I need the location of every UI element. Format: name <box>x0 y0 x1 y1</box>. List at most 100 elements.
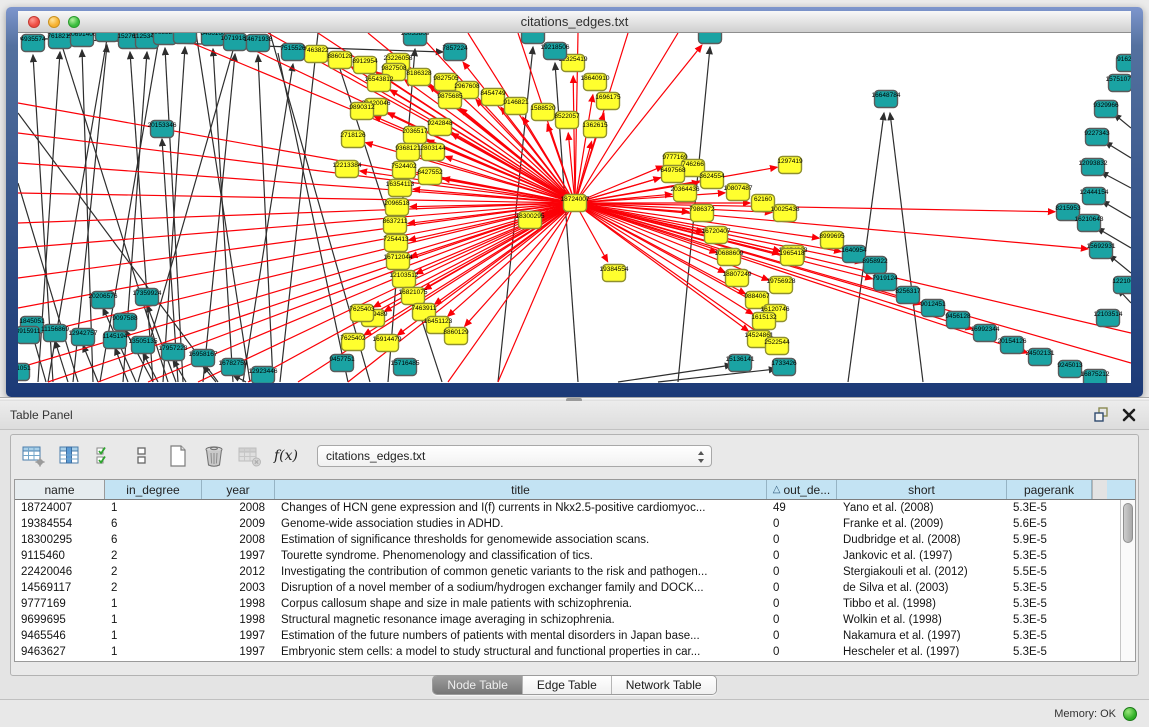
delete-column-icon[interactable] <box>201 443 227 469</box>
network-node[interactable]: 18300295 <box>516 212 545 229</box>
create-column-icon[interactable] <box>165 443 191 469</box>
network-node[interactable]: 8860129 <box>443 328 469 345</box>
column-header-short[interactable]: short <box>837 480 1007 499</box>
network-node[interactable]: 8999695 <box>819 232 845 249</box>
network-node[interactable]: 6497568 <box>660 166 686 183</box>
network-node[interactable]: 8427552 <box>417 168 443 185</box>
network-node[interactable]: 1615132 <box>751 313 777 330</box>
network-node[interactable]: 20691406 <box>68 33 97 47</box>
network-node[interactable]: 8256317 <box>895 287 921 304</box>
network-node[interactable]: 20154126 <box>998 337 1027 354</box>
table-scrollbar-thumb[interactable] <box>1123 503 1133 543</box>
network-node[interactable]: 16914479 <box>373 335 402 352</box>
network-node[interactable]: 9456128 <box>945 312 971 329</box>
table-scrollbar[interactable] <box>1120 500 1135 661</box>
tab-node-table[interactable]: Node Table <box>433 676 523 694</box>
network-node[interactable]: 7625402 <box>340 334 366 351</box>
network-node[interactable]: 9227343 <box>1084 129 1110 146</box>
network-node[interactable]: 1221063 <box>1112 277 1131 294</box>
network-node[interactable]: 10025438 <box>771 205 800 222</box>
network-node[interactable]: 18807249 <box>723 270 752 287</box>
network-node[interactable]: 2096518 <box>384 199 410 216</box>
network-node[interactable]: 16354113 <box>386 180 415 197</box>
network-node[interactable]: 16712044 <box>384 253 413 270</box>
table-row[interactable]: 946554611997Estimation of the future num… <box>15 628 1120 644</box>
column-header-in_degree[interactable]: in_degree <box>105 480 202 499</box>
network-node[interactable]: 10688609 <box>715 249 744 266</box>
network-node[interactable]: 15692931 <box>1087 242 1116 259</box>
network-node[interactable]: 10807487 <box>724 184 753 201</box>
table-row[interactable]: 977716911998Corpus callosum shape and si… <box>15 596 1120 612</box>
network-node[interactable]: 9155471 <box>94 33 120 42</box>
network-node[interactable]: 16543812 <box>365 75 394 92</box>
column-header-pagerank[interactable]: pagerank <box>1007 480 1092 499</box>
table-row[interactable]: 1872400712008Changes of HCN gene express… <box>15 500 1120 516</box>
network-node[interactable]: 12213384 <box>333 161 362 178</box>
network-node[interactable]: 14671938 <box>244 35 273 52</box>
table-row[interactable]: 1456911722003Disruption of a novel membe… <box>15 580 1120 596</box>
network-node[interactable]: 20206576 <box>89 292 118 309</box>
network-node[interactable]: 17359924 <box>133 289 162 306</box>
table-selector-dropdown[interactable]: citations_edges.txt <box>317 445 712 467</box>
network-node[interactable]: 7515526 <box>280 44 306 61</box>
network-node[interactable]: 9146821 <box>503 98 529 115</box>
network-node[interactable]: 20153346 <box>148 121 177 138</box>
network-window-titlebar[interactable]: citations_edges.txt <box>18 11 1131 33</box>
network-node[interactable]: 19756928 <box>767 277 796 294</box>
column-settings-icon[interactable] <box>57 443 83 469</box>
network-node[interactable]: 3624554 <box>699 172 725 189</box>
network-node[interactable]: 3915911 <box>18 327 41 344</box>
network-node[interactable]: 16782759 <box>219 359 248 376</box>
tab-edge-table[interactable]: Edge Table <box>523 676 612 694</box>
zoom-window-icon[interactable] <box>68 16 80 28</box>
tab-network-table[interactable]: Network Table <box>612 676 716 694</box>
network-node[interactable]: 8186328 <box>406 69 432 86</box>
network-node[interactable]: 16033809 <box>401 33 430 46</box>
network-node[interactable]: 13505135 <box>129 337 158 354</box>
column-header-out_degree[interactable]: △out_de... <box>767 480 837 499</box>
network-node[interactable]: 916214 <box>1117 55 1132 72</box>
network-node[interactable]: 2718126 <box>340 131 366 148</box>
network-node[interactable]: 2522544 <box>764 338 790 355</box>
network-node[interactable]: 9890312 <box>349 103 375 120</box>
select-columns-icon[interactable] <box>93 443 119 469</box>
network-node[interactable]: 7254413 <box>383 235 409 252</box>
network-node[interactable]: 9245013 <box>1057 361 1083 378</box>
network-node[interactable]: 18640910 <box>581 74 610 91</box>
network-canvas[interactable]: 1830029597771697462666497568362455420364… <box>18 33 1131 383</box>
network-node[interactable]: 9329966 <box>1093 101 1119 118</box>
network-node[interactable]: 15716485 <box>391 359 420 376</box>
network-node[interactable]: 1145194 <box>103 332 128 349</box>
table-row[interactable]: 946362711997Embryonic stem cells: a mode… <box>15 644 1120 660</box>
table-row[interactable]: 969969511998Structural magnetic resonanc… <box>15 612 1120 628</box>
close-panel-icon[interactable] <box>1121 407 1137 423</box>
network-node[interactable]: 1527602 <box>172 33 198 44</box>
close-window-icon[interactable] <box>28 16 40 28</box>
column-header-title[interactable]: title <box>275 480 767 499</box>
network-node[interactable]: 12103514 <box>1094 310 1123 327</box>
row-height-icon[interactable] <box>129 443 155 469</box>
network-node[interactable]: 7625403 <box>349 305 375 322</box>
table-row[interactable]: 1938455462009Genome-wide association stu… <box>15 516 1120 532</box>
network-node[interactable]: 8522057 <box>554 112 580 129</box>
network-node[interactable]: 16958167 <box>189 350 218 367</box>
network-node[interactable]: 8958922 <box>862 257 888 274</box>
network-node[interactable]: 12444154 <box>1080 188 1109 205</box>
network-node[interactable]: 1733426 <box>771 359 797 376</box>
delete-table-icon[interactable] <box>237 443 263 469</box>
network-node[interactable]: 9875685 <box>437 92 463 109</box>
network-node[interactable]: 12103512 <box>390 271 419 288</box>
network-node[interactable]: 9097588 <box>112 314 138 331</box>
network-node[interactable]: 8454749 <box>480 89 506 106</box>
table-settings-icon[interactable] <box>21 443 47 469</box>
network-node[interactable]: 1362615 <box>582 121 608 138</box>
network-node[interactable]: 9242848 <box>427 119 453 136</box>
network-node[interactable]: 8912954 <box>352 57 378 74</box>
network-node[interactable]: 15751074 <box>1106 75 1131 92</box>
network-node[interactable]: 16875212 <box>1081 370 1110 384</box>
network-node[interactable]: 24502131 <box>1026 349 1055 366</box>
network-node[interactable]: 1588520 <box>530 104 556 121</box>
network-node[interactable]: 2061051 <box>18 364 31 381</box>
network-node[interactable]: 16992344 <box>971 325 1000 342</box>
network-node[interactable]: 1696175 <box>595 93 621 110</box>
